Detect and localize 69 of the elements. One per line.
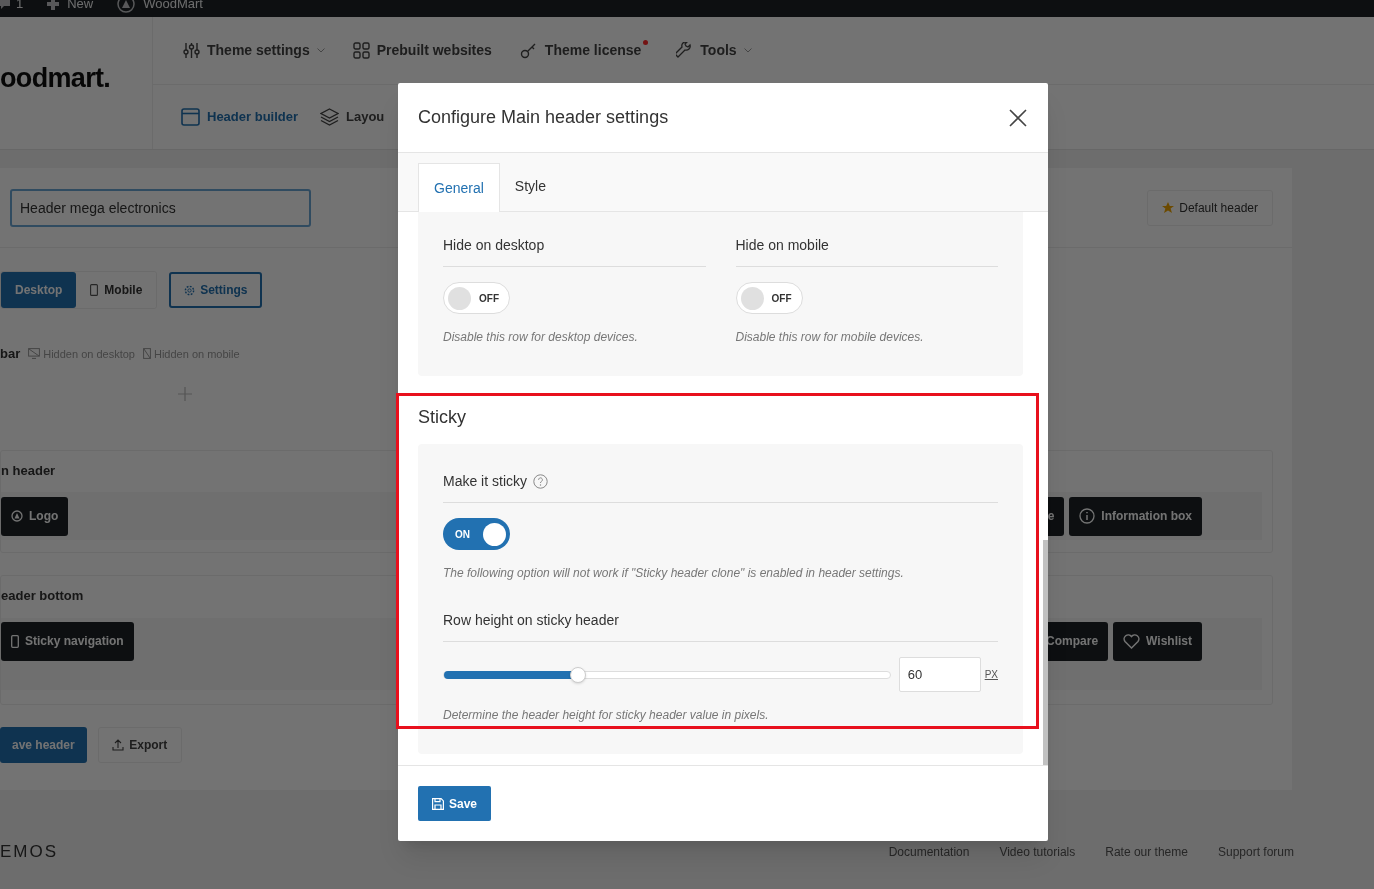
element-button[interactable]: Sticky navigation: [1, 621, 134, 661]
element-button[interactable]: Information box: [1069, 496, 1202, 536]
key-icon: [519, 41, 538, 59]
monitor-icon: [28, 348, 41, 360]
toggle-switch[interactable]: OFF: [443, 282, 510, 314]
star-icon: [1162, 201, 1175, 214]
device-tab[interactable]: Desktop: [1, 272, 77, 308]
heart-icon: [1123, 633, 1141, 649]
plus-icon[interactable]: [47, 0, 60, 10]
window-icon: [181, 107, 200, 126]
element-button[interactable]: Wishlist: [1113, 621, 1202, 661]
field-label: Row height on sticky header: [443, 610, 998, 642]
logo[interactable]: oodmart.: [0, 57, 111, 99]
unit-link[interactable]: PX: [984, 667, 998, 682]
wrench-icon: [676, 41, 694, 59]
nav-tab[interactable]: Layou: [320, 107, 385, 127]
element-button[interactable]: Logo: [1, 496, 69, 536]
caret-icon: [743, 47, 752, 53]
scrollbar[interactable]: [1043, 540, 1048, 765]
height-input[interactable]: 60: [898, 657, 981, 692]
field-label: Hide on mobile: [735, 235, 998, 267]
section-heading: Sticky: [418, 406, 467, 429]
upload-icon: [112, 738, 125, 751]
settings-icon: [184, 284, 196, 296]
save-header-button[interactable]: ave header: [0, 726, 87, 763]
slider-thumb[interactable]: [569, 666, 586, 683]
help-icon[interactable]: [533, 474, 548, 489]
footer-link[interactable]: Support forum: [1217, 843, 1294, 861]
save-icon: [432, 797, 444, 810]
field-label: Hide on desktop: [443, 235, 706, 267]
brand-logo: EMOS: [0, 841, 59, 864]
comment-icon[interactable]: [0, 0, 10, 9]
row-title: bar: [0, 345, 21, 363]
phone-icon: [11, 634, 19, 648]
close-icon[interactable]: [1008, 107, 1028, 128]
field-description: Disable this row for desktop devices.: [443, 329, 639, 346]
dialog-tab[interactable]: Style: [499, 162, 561, 211]
nav-item[interactable]: Prebuilt websites: [352, 39, 492, 61]
field-note: The following option will not work if "Sticky header clone" is enabled in header settings.: [443, 565, 905, 582]
field-label: Make it sticky: [443, 472, 527, 491]
toggle-switch[interactable]: ON: [443, 518, 510, 550]
sliders-icon: [183, 41, 200, 59]
row-title: n header: [1, 461, 57, 480]
nav-item[interactable]: Theme license: [519, 39, 649, 61]
nav-tab[interactable]: Header builder: [181, 107, 299, 127]
circle-icon: [11, 510, 23, 522]
nav-item[interactable]: Theme settings: [183, 39, 325, 61]
export-button[interactable]: Export: [97, 726, 182, 763]
footer-link[interactable]: Rate our theme: [1105, 843, 1188, 861]
phone-icon: [142, 348, 151, 360]
save-button[interactable]: Save: [418, 786, 492, 821]
nav-item[interactable]: Tools: [676, 39, 752, 61]
dialog-tab[interactable]: General: [418, 163, 500, 212]
footer-link[interactable]: Video tutorials: [999, 843, 1076, 861]
toggle-switch[interactable]: OFF: [735, 282, 803, 314]
caret-icon: [316, 47, 325, 53]
default-header-button[interactable]: Default header: [1147, 189, 1273, 226]
dialog-title: Configure Main header settings: [418, 106, 669, 129]
footer-link[interactable]: Documentation: [888, 843, 970, 861]
grid-icon: [352, 41, 370, 59]
site-icon[interactable]: [117, 0, 136, 13]
info-icon: [1079, 508, 1096, 524]
settings-button[interactable]: Settings: [169, 272, 263, 308]
header-name-field[interactable]: Header mega electronics: [10, 188, 311, 227]
layers-icon: [320, 107, 340, 126]
field-description: Determine the header height for sticky header value in pixels.: [443, 707, 770, 724]
phone-icon: [90, 284, 99, 296]
field-description: Disable this row for mobile devices.: [735, 329, 925, 346]
row-title: eader bottom: [1, 587, 85, 605]
